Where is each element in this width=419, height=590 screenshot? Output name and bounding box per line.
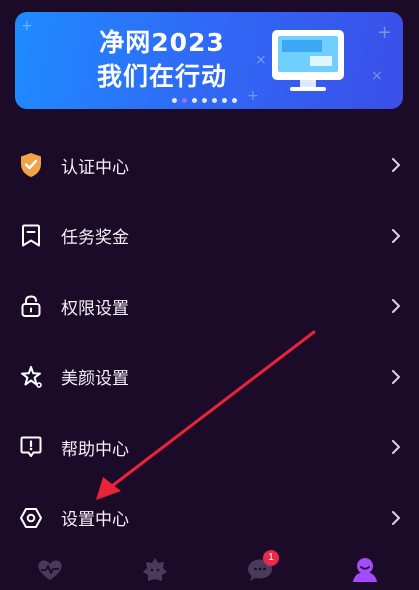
menu-item-beauty[interactable]: 美颜设置 bbox=[0, 342, 419, 413]
lock-icon bbox=[18, 293, 44, 319]
menu-label: 美颜设置 bbox=[61, 369, 129, 390]
banner-line-1: 净网2023 bbox=[99, 28, 225, 57]
tab-profile[interactable] bbox=[350, 556, 380, 584]
carousel-dot[interactable] bbox=[171, 98, 177, 103]
beauty-sparkle-icon bbox=[18, 364, 44, 390]
tab-messages[interactable]: 1 bbox=[245, 550, 279, 584]
star-face-icon bbox=[143, 558, 167, 581]
plus-decoration-icon: + bbox=[21, 18, 33, 34]
settings-hexagon-icon bbox=[18, 505, 44, 531]
banner-headline: 净网2023 我们在行动 bbox=[77, 26, 247, 94]
tab-discover[interactable] bbox=[140, 556, 170, 584]
carousel-dot[interactable] bbox=[211, 98, 217, 103]
menu-label: 设置中心 bbox=[61, 510, 129, 531]
carousel-indicator bbox=[15, 98, 403, 103]
monitor-icon bbox=[272, 30, 344, 91]
chevron-right-icon bbox=[389, 510, 403, 525]
promo-banner[interactable]: + + × × + 净网2023 我们在行动 bbox=[15, 12, 403, 109]
tab-home[interactable] bbox=[35, 556, 65, 584]
chevron-right-icon bbox=[389, 369, 403, 384]
plus-decoration-icon: + bbox=[377, 22, 393, 43]
menu-item-settings[interactable]: 设置中心 bbox=[0, 483, 419, 554]
bottom-tab-bar: 1 bbox=[0, 548, 419, 590]
menu-item-help[interactable]: 帮助中心 bbox=[0, 412, 419, 483]
chevron-right-icon bbox=[389, 440, 403, 455]
menu-label: 帮助中心 bbox=[61, 439, 129, 460]
banner-line-2: 我们在行动 bbox=[96, 62, 227, 91]
chevron-right-icon bbox=[389, 299, 403, 314]
shield-check-icon bbox=[18, 152, 44, 178]
cross-decoration-icon: × bbox=[255, 52, 267, 68]
cross-decoration-icon: × bbox=[371, 68, 383, 84]
menu-item-task-bonus[interactable]: 任务奖金 bbox=[0, 201, 419, 272]
settings-menu: 认证中心 任务奖金 权限设置 美颜设置 帮助中心 设置中心 bbox=[0, 130, 419, 553]
chevron-right-icon bbox=[389, 228, 403, 243]
menu-item-certification[interactable]: 认证中心 bbox=[0, 130, 419, 201]
menu-label: 权限设置 bbox=[61, 298, 129, 319]
chevron-right-icon bbox=[389, 158, 403, 173]
bookmark-icon bbox=[18, 223, 44, 249]
carousel-dot-active[interactable] bbox=[181, 98, 187, 103]
menu-label: 任务奖金 bbox=[61, 228, 129, 249]
menu-label: 认证中心 bbox=[61, 157, 129, 178]
unread-badge: 1 bbox=[263, 550, 279, 566]
heart-pulse-icon bbox=[38, 560, 62, 580]
profile-icon bbox=[353, 558, 377, 582]
carousel-dot[interactable] bbox=[221, 98, 227, 103]
carousel-dot[interactable] bbox=[201, 98, 207, 103]
menu-item-permissions[interactable]: 权限设置 bbox=[0, 271, 419, 342]
help-bubble-icon bbox=[18, 434, 44, 460]
carousel-dot[interactable] bbox=[231, 98, 237, 103]
carousel-dot[interactable] bbox=[191, 98, 197, 103]
